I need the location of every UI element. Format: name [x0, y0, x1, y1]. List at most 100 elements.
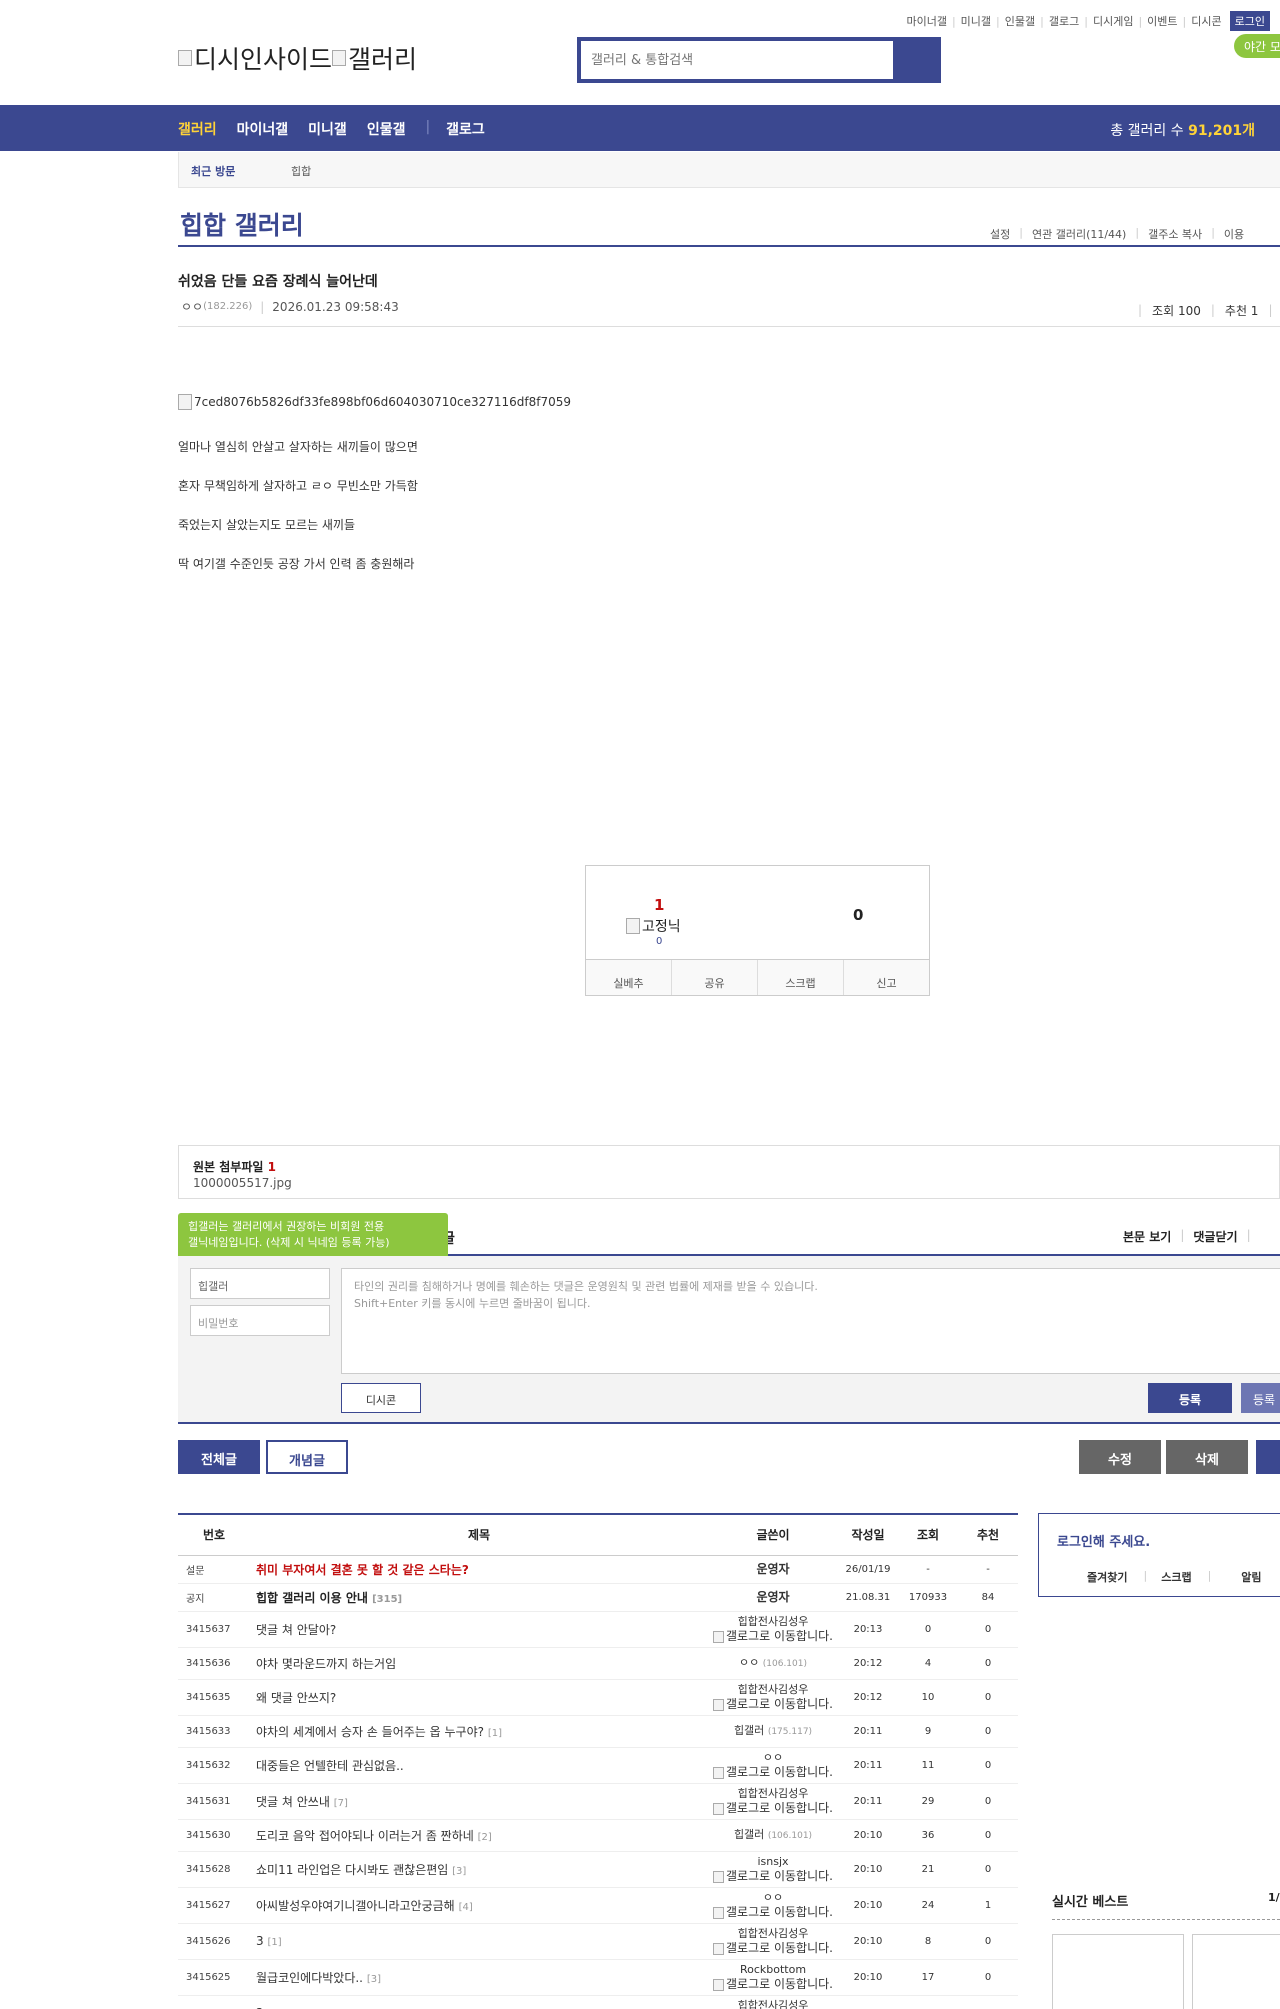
gallog-link[interactable]: 갤로그로 이동합니다. [708, 1941, 838, 1955]
row-writer[interactable]: Rockbottom 갤로그로 이동합니다. [708, 1959, 838, 1996]
top-link-mini[interactable]: 미니갤 [961, 13, 991, 29]
row-title-text[interactable]: 아씨발성우야여기니갤아니라고안궁금해 [256, 1899, 455, 1913]
notification-link[interactable]: 알림 [1211, 1569, 1261, 1585]
row-title-text[interactable]: 월급코인에다박았다.. [256, 1971, 363, 1985]
table-row[interactable]: 3415631 댓글 쳐 안쓰내 [7] 힙합전사김성우 갤로그로 이동합니다. 20:… [178, 1783, 1018, 1820]
row-writer[interactable]: ㅇㅇ (106.101) [708, 1647, 838, 1680]
tool-copy-address[interactable]: 갤주소 복사 [1148, 226, 1202, 242]
row-comment-count[interactable]: [1] [267, 1937, 281, 1948]
row-title-text[interactable]: 야차의 세계에서 승자 손 들어주는 옵 누구야? [256, 1725, 484, 1739]
dccon-button[interactable]: 디시콘 [341, 1383, 421, 1413]
table-row[interactable]: 3415626 3 [1] 힙합전사김성우 갤로그로 이동합니다. 20:10 8 0 [178, 1923, 1018, 1960]
table-row[interactable]: 공지 힙합 갤러리 이용 안내 [315] 운영자 21.08.31 170933 84 [178, 1583, 1018, 1612]
row-title[interactable]: 쇼미11 라인업은 다시봐도 괜찮은편임 [3] [250, 1851, 708, 1888]
row-title[interactable]: 도리코 음악 접어야되나 이러는거 좀 짠하네 [2] [250, 1819, 708, 1852]
row-writer[interactable]: 힙합전사김성우갤로그로 이동합니다. [708, 1995, 838, 2009]
table-row[interactable]: 3415633 야차의 세계에서 승자 손 들어주는 옵 누구야? [1] 힙갤러 … [178, 1715, 1018, 1748]
best-card[interactable] [1052, 1934, 1184, 2009]
table-row[interactable]: 3415637 댓글 쳐 안달아? 힙합전사김성우 갤로그로 이동합니다. 20:13… [178, 1611, 1018, 1648]
tool-settings[interactable]: 설정 [990, 226, 1010, 242]
row-writer[interactable]: 힙갤러 (175.117) [708, 1715, 838, 1748]
row-writer[interactable]: 힙합전사김성우갤로그로 이동합니다. [708, 1783, 838, 1820]
post-author[interactable]: ㅇㅇ [181, 298, 203, 315]
gallog-link[interactable]: 갤로그로 이동합니다. [708, 1765, 838, 1779]
top-link-game[interactable]: 디시게임 [1093, 13, 1133, 29]
row-title[interactable]: 왜 댓글 안쓰지? [250, 1679, 708, 1716]
top-link-dccon[interactable]: 디시콘 [1191, 13, 1221, 29]
nickname-field[interactable]: 힙갤러 [190, 1268, 330, 1299]
row-writer[interactable]: 운영자 [708, 1583, 838, 1612]
table-row[interactable]: 3415627 아씨발성우야여기니갤아니라고안궁금해 [4] ㅇㅇ 갤로그로 이동합니… [178, 1887, 1018, 1924]
row-title[interactable]: 야차의 세계에서 승자 손 들어주는 옵 누구야? [1] [250, 1715, 708, 1748]
close-comments-button[interactable]: 댓글닫기 [1193, 1228, 1237, 1245]
search-button[interactable] [893, 41, 937, 79]
row-title[interactable]: 월급코인에다박았다.. [3] [250, 1959, 708, 1996]
row-title[interactable]: 야차 몇라운드까지 하는거임 [250, 1647, 708, 1680]
row-comment-count[interactable]: [2] [478, 1832, 492, 1843]
real-best-button[interactable]: 실베추 [586, 960, 672, 995]
row-title-text[interactable]: 3 [256, 1934, 264, 1948]
row-title[interactable]: 취미 부자여서 결혼 못 할 것 같은 스타는? [250, 1555, 708, 1584]
row-title[interactable]: 댓글 쳐 안쓰내 [7] [250, 1783, 708, 1820]
table-row[interactable]: 3415632 대중들은 언텔한테 관심없음.. ㅇㅇ 갤로그로 이동합니다. 20:… [178, 1747, 1018, 1784]
table-row[interactable]: 3415630 도리코 음악 접어야되나 이러는거 좀 짠하네 [2] 힙갤러 (1… [178, 1819, 1018, 1852]
nav-minor[interactable]: 마이너갤 [237, 119, 289, 139]
table-row[interactable]: 3415628 쇼미11 라인업은 다시봐도 괜찮은편임 [3] isnsjx 갤로그… [178, 1851, 1018, 1888]
comment-textarea[interactable]: 타인의 권리를 침해하거나 명예를 훼손하는 댓글은 운영원칙 및 관련 법률에… [341, 1268, 1280, 1374]
table-row[interactable]: 3415636 야차 몇라운드까지 하는거임 ㅇㅇ (106.101) 20:12 4… [178, 1647, 1018, 1680]
write-button[interactable] [1256, 1440, 1280, 1474]
best-card[interactable] [1192, 1934, 1280, 2009]
row-title[interactable]: 힙합 갤러리 이용 안내 [315] [250, 1583, 708, 1612]
search-input[interactable] [581, 41, 893, 79]
row-comment-count[interactable]: [315] [372, 1594, 402, 1605]
password-field[interactable]: 비밀번호 [190, 1305, 330, 1336]
tool-usage[interactable]: 이용 [1224, 226, 1244, 242]
row-writer[interactable]: ㅇㅇ 갤로그로 이동합니다. [708, 1887, 838, 1924]
gallog-link[interactable]: 갤로그로 이동합니다. [708, 1629, 838, 1643]
row-title[interactable]: 2 [250, 1995, 708, 2009]
row-comment-count[interactable]: [7] [334, 1798, 348, 1809]
nav-person[interactable]: 인물갤 [367, 119, 406, 139]
row-title[interactable]: 3 [1] [250, 1923, 708, 1960]
table-row[interactable]: 설문 취미 부자여서 결혼 못 할 것 같은 스타는? 운영자 26/01/19- - [178, 1555, 1018, 1584]
view-body-button[interactable]: 본문 보기 [1123, 1228, 1171, 1245]
delete-button[interactable]: 삭제 [1166, 1440, 1248, 1474]
gallog-link[interactable]: 갤로그로 이동합니다. [708, 1977, 838, 1991]
row-writer[interactable]: 힙갤러 (106.101) [708, 1819, 838, 1852]
fixed-nick-upvote[interactable]: 고정닉 [626, 916, 681, 936]
tool-related-gallery[interactable]: 연관 갤러리(11/44) [1032, 226, 1126, 242]
gallog-link[interactable]: 갤로그로 이동합니다. [708, 1801, 838, 1815]
login-prompt[interactable]: 로그인해 주세요. [1057, 1531, 1150, 1550]
top-link-minor[interactable]: 마이너갤 [906, 13, 946, 29]
favorites-link[interactable]: 즐겨찾기 [1039, 1569, 1127, 1585]
scrap-button[interactable]: 스크랩 [758, 960, 844, 995]
gallery-title[interactable]: 힙합 갤러리 [180, 206, 304, 242]
logo[interactable]: 디시인사이드 갤러리 [178, 40, 417, 76]
night-mode-button[interactable]: 야간 모 [1234, 34, 1280, 58]
nav-gallog[interactable]: 갤로그 [446, 119, 485, 139]
row-comment-count[interactable]: [1] [488, 1728, 502, 1739]
row-title-text[interactable]: 쇼미11 라인업은 다시봐도 괜찮은편임 [256, 1863, 448, 1877]
register-recommend-button[interactable]: 등록 [1241, 1383, 1280, 1413]
recent-item-hiphop[interactable]: 힙합 [291, 163, 311, 179]
row-title-text[interactable]: 도리코 음악 접어야되나 이러는거 좀 짠하네 [256, 1829, 474, 1843]
row-writer[interactable]: 운영자 [708, 1555, 838, 1584]
top-link-gallog[interactable]: 갤로그 [1049, 13, 1079, 29]
row-writer[interactable]: 힙합전사김성우갤로그로 이동합니다. [708, 1679, 838, 1716]
top-link-event[interactable]: 이벤트 [1147, 13, 1177, 29]
gallog-link[interactable]: 갤로그로 이동합니다. [708, 1905, 838, 1919]
report-button[interactable]: 신고 [844, 960, 929, 995]
table-row[interactable]: 3415625 월급코인에다박았다.. [3] Rockbottom 갤로그로 이동합… [178, 1959, 1018, 1996]
gallog-link[interactable]: 갤로그로 이동합니다. [708, 1869, 838, 1883]
row-writer[interactable]: 힙합전사김성우갤로그로 이동합니다. [708, 1923, 838, 1960]
row-title-text[interactable]: 대중들은 언텔한테 관심없음.. [256, 1759, 404, 1773]
row-comment-count[interactable]: [4] [459, 1902, 473, 1913]
row-title[interactable]: 아씨발성우야여기니갤아니라고안궁금해 [4] [250, 1887, 708, 1924]
register-button[interactable]: 등록 [1148, 1383, 1232, 1413]
row-title[interactable]: 댓글 쳐 안달아? [250, 1611, 708, 1648]
row-writer[interactable]: isnsjx 갤로그로 이동합니다. [708, 1851, 838, 1888]
attachment-file[interactable]: 1000005517.jpg [193, 1176, 292, 1190]
post-image[interactable]: 7ced8076b5826df33fe898bf06d604030710ce32… [178, 394, 571, 410]
row-title-text[interactable]: 댓글 쳐 안쓰내 [256, 1795, 330, 1809]
row-title[interactable]: 대중들은 언텔한테 관심없음.. [250, 1747, 708, 1784]
